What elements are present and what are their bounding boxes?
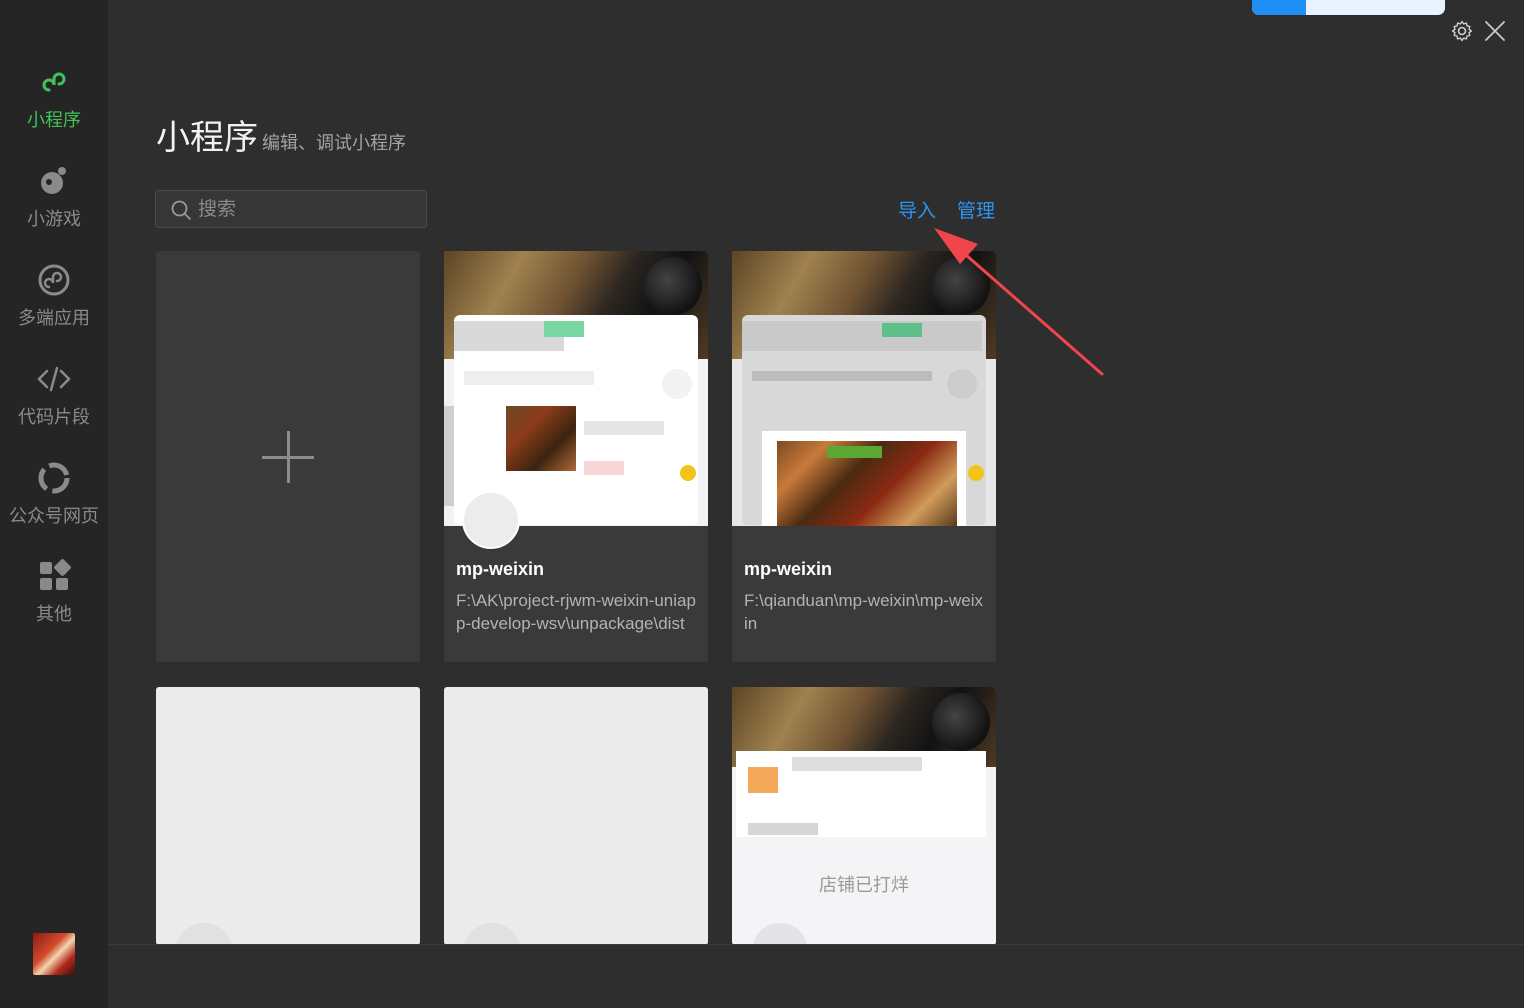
blur-block bbox=[742, 321, 982, 351]
sidebar-item-label: 公众号网页 bbox=[9, 506, 99, 527]
blur-block bbox=[544, 321, 584, 337]
official-account-icon bbox=[38, 462, 70, 494]
project-path: F:\qianduan\mp-weixin\mp-weixin bbox=[744, 591, 984, 633]
code-icon bbox=[37, 366, 71, 392]
blur-block bbox=[748, 767, 778, 793]
blur-block bbox=[827, 446, 882, 458]
gear-icon[interactable] bbox=[1450, 19, 1474, 43]
blur-block bbox=[882, 323, 922, 337]
multi-platform-icon bbox=[38, 264, 70, 296]
project-card[interactable] bbox=[444, 687, 708, 945]
sidebar-item-multi-platform[interactable]: 多端应用 bbox=[0, 262, 108, 342]
blur-block bbox=[464, 371, 594, 385]
project-thumbnail bbox=[444, 251, 708, 526]
mini-program-avatar bbox=[176, 923, 232, 945]
blur-block bbox=[584, 421, 664, 435]
project-name: mp-weixin bbox=[744, 559, 833, 579]
blur-block bbox=[792, 757, 922, 771]
mini-game-icon bbox=[41, 167, 66, 194]
progress-fill bbox=[1252, 0, 1307, 15]
project-card[interactable] bbox=[156, 687, 420, 945]
sidebar-item-code-snippet[interactable]: 代码片段 bbox=[0, 361, 108, 441]
phone-icon bbox=[947, 369, 977, 399]
page-subtitle: 编辑、调试小程序 bbox=[262, 133, 406, 154]
sidebar-item-label: 多端应用 bbox=[18, 308, 90, 329]
search-input[interactable] bbox=[198, 195, 418, 223]
close-icon[interactable] bbox=[1483, 19, 1507, 43]
user-avatar[interactable] bbox=[33, 933, 75, 975]
sidebar-item-official-account[interactable]: 公众号网页 bbox=[0, 460, 108, 540]
mini-program-avatar bbox=[462, 491, 520, 549]
add-icon bbox=[680, 465, 696, 481]
page-title: 小程序 bbox=[156, 118, 258, 158]
mini-program-avatar bbox=[464, 923, 520, 945]
create-project-card[interactable] bbox=[156, 251, 420, 662]
sidebar: 小程序 小游戏 多端应用 代码片段 公众号网页 其他 bbox=[0, 0, 108, 1008]
mini-program-avatar bbox=[752, 923, 808, 945]
import-link[interactable]: 导入 bbox=[898, 196, 936, 223]
app-window: 小程序 小游戏 多端应用 代码片段 公众号网页 其他 小程序 编辑、调试小程序 … bbox=[0, 0, 1524, 1008]
sidebar-item-mini-game[interactable]: 小游戏 bbox=[0, 163, 108, 243]
sidebar-item-mini-program[interactable]: 小程序 bbox=[0, 64, 108, 144]
sidebar-item-label: 其他 bbox=[36, 604, 72, 625]
blur-food bbox=[506, 406, 576, 471]
mini-program-icon bbox=[42, 72, 66, 92]
project-card[interactable]: 店铺已打烊 bbox=[732, 687, 996, 945]
grid-icon bbox=[40, 559, 71, 590]
thumbnail-bowl bbox=[932, 257, 990, 315]
blur-block bbox=[444, 406, 454, 506]
plus-icon bbox=[262, 431, 314, 483]
manage-link[interactable]: 管理 bbox=[957, 196, 995, 223]
thumbnail-bowl bbox=[932, 693, 990, 751]
phone-icon bbox=[662, 369, 692, 399]
blur-block bbox=[752, 371, 932, 381]
sidebar-item-label: 代码片段 bbox=[18, 407, 90, 428]
sidebar-item-label: 小游戏 bbox=[27, 209, 81, 230]
thumbnail-bowl bbox=[644, 257, 702, 315]
sidebar-item-other[interactable]: 其他 bbox=[0, 558, 108, 638]
blur-block bbox=[584, 461, 624, 475]
add-icon bbox=[968, 465, 984, 481]
shop-status-text: 店铺已打烊 bbox=[819, 875, 909, 896]
sidebar-item-label: 小程序 bbox=[27, 110, 81, 131]
page-header: 小程序 编辑、调试小程序 bbox=[156, 110, 406, 159]
project-name: mp-weixin bbox=[456, 559, 545, 579]
blur-block bbox=[748, 823, 818, 835]
project-card[interactable]: mp-weixin F:\AK\project-rjwm-weixin-unia… bbox=[444, 251, 708, 662]
bottom-bar bbox=[108, 944, 1524, 1008]
project-thumbnail bbox=[732, 251, 996, 526]
search-icon bbox=[171, 200, 191, 220]
project-card[interactable]: mp-weixin F:\qianduan\mp-weixin\mp-weixi… bbox=[732, 251, 996, 662]
search-box[interactable] bbox=[155, 190, 427, 228]
top-progress-bar bbox=[1252, 0, 1445, 15]
project-path: F:\AK\project-rjwm-weixin-uniapp-develop… bbox=[456, 591, 696, 633]
